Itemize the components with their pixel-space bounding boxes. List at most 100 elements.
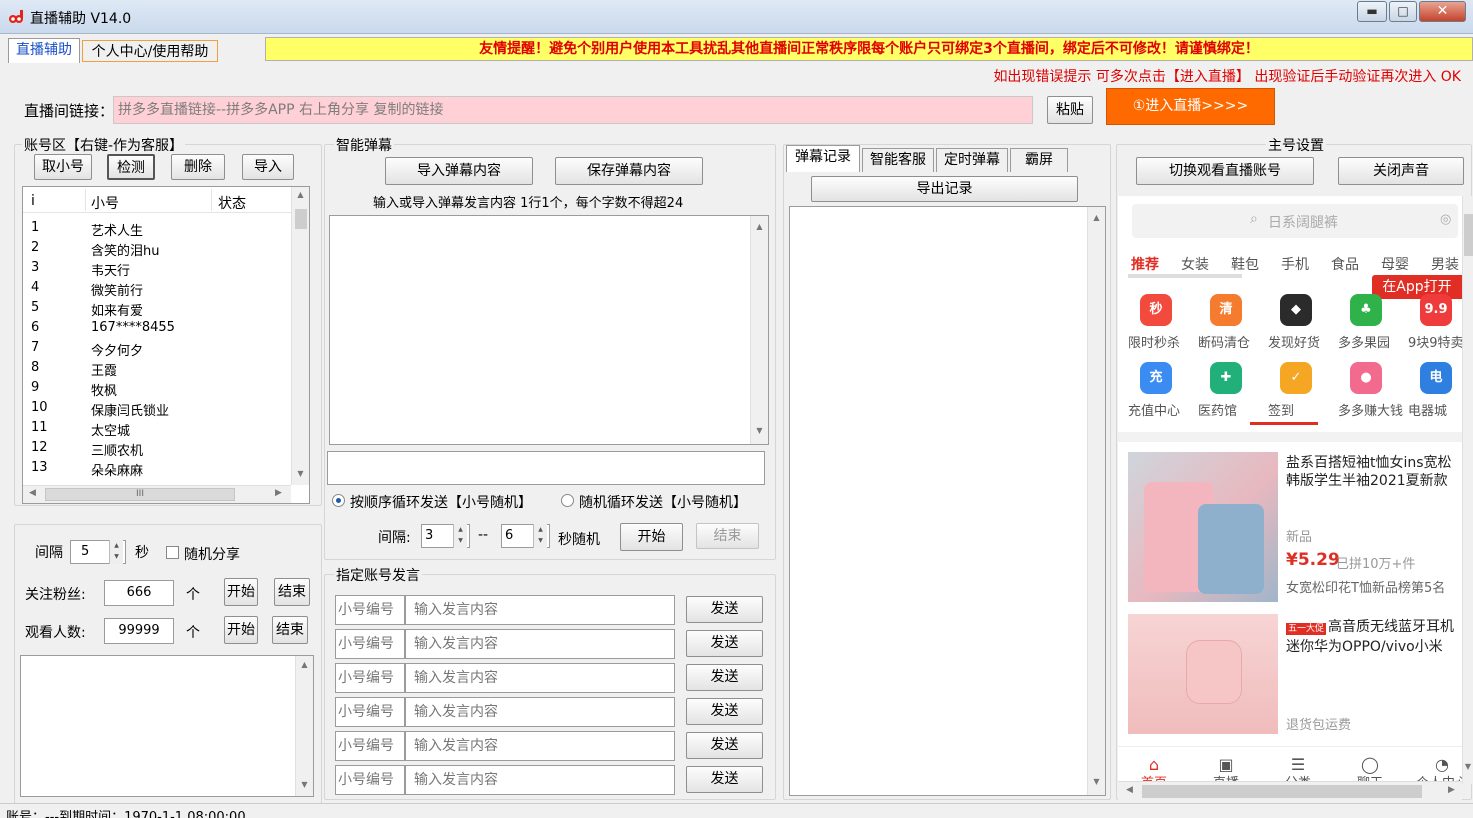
- viewers-start-button[interactable]: 开始: [224, 616, 258, 644]
- table-row[interactable]: 8 王霞: [23, 358, 291, 379]
- account-id-input[interactable]: 小号编号: [335, 595, 405, 625]
- danmu-single-input[interactable]: [327, 451, 765, 485]
- table-row[interactable]: 11 太空城: [23, 418, 291, 439]
- tab-screen-dominate[interactable]: 霸屏: [1010, 148, 1068, 172]
- shop-search-input[interactable]: ⌕ 日系阔腿裤 ◎: [1132, 204, 1458, 238]
- product-title[interactable]: 五一大促 高音质无线蓝牙耳机迷你华为OPPO/vivo小米: [1286, 618, 1462, 656]
- tab-personal-center[interactable]: 个人中心/使用帮助: [82, 40, 218, 62]
- shortcut-label[interactable]: 断码清仓: [1198, 332, 1250, 351]
- shortcut-icon[interactable]: ✚: [1210, 362, 1242, 394]
- shortcut-label[interactable]: 充值中心: [1128, 400, 1180, 419]
- interval-input[interactable]: 5 ▲ ▼: [70, 540, 126, 564]
- accounts-list[interactable]: i 小号 状态 1 艺术人生 2 含笑的泪hu 3 韦天行 4 微笑前行 5 如来有爱 6 167**…: [22, 186, 310, 504]
- danmu-content-textarea[interactable]: ▲ ▼: [329, 215, 769, 445]
- shop-vscroll[interactable]: ▼: [1462, 196, 1473, 784]
- account-id-input[interactable]: 小号编号: [335, 765, 405, 795]
- danmu-stop-button[interactable]: 结束: [696, 523, 759, 549]
- close-button[interactable]: ✕: [1419, 1, 1466, 22]
- danmu-min-input[interactable]: 3 ▲ ▼: [421, 524, 470, 548]
- speech-content-input[interactable]: 输入发言内容: [405, 629, 675, 659]
- danmu-min-spinner[interactable]: ▲ ▼: [453, 524, 467, 548]
- viewers-input[interactable]: 99999: [104, 618, 174, 644]
- danmu-max-spinner[interactable]: ▲ ▼: [533, 524, 547, 548]
- product-image[interactable]: [1128, 614, 1278, 734]
- send-button[interactable]: 发送: [686, 698, 763, 725]
- speech-content-input[interactable]: 输入发言内容: [405, 595, 675, 625]
- mute-button[interactable]: 关闭声音: [1338, 157, 1464, 185]
- category-tab[interactable]: 男装: [1431, 254, 1459, 274]
- account-id-input[interactable]: 小号编号: [335, 697, 405, 727]
- account-id-input[interactable]: 小号编号: [335, 663, 405, 693]
- live-link-input[interactable]: 拼多多直播链接--拼多多APP 右上角分享 复制的链接: [113, 96, 1033, 124]
- send-button[interactable]: 发送: [686, 664, 763, 691]
- send-button[interactable]: 发送: [686, 732, 763, 759]
- shortcut-label[interactable]: 电器城: [1408, 400, 1447, 419]
- table-row[interactable]: 4 微笑前行: [23, 278, 291, 299]
- send-button[interactable]: 发送: [686, 596, 763, 623]
- shortcut-icon[interactable]: 9.9: [1420, 294, 1452, 326]
- export-records-button[interactable]: 导出记录: [811, 176, 1078, 202]
- shortcut-label[interactable]: 多多果园: [1338, 332, 1390, 351]
- maximize-button[interactable]: □: [1389, 1, 1417, 22]
- accounts-hscroll[interactable]: ◀ III ▶: [23, 485, 291, 503]
- category-tab[interactable]: 手机: [1281, 254, 1309, 274]
- speech-content-input[interactable]: 输入发言内容: [405, 697, 675, 727]
- minimize-button[interactable]: ▬: [1357, 1, 1387, 22]
- danmu-max-input[interactable]: 6 ▲ ▼: [501, 524, 550, 548]
- table-row[interactable]: 10 保康闫氏锁业: [23, 398, 291, 419]
- category-tab[interactable]: 女装: [1181, 254, 1209, 274]
- col-index[interactable]: i: [31, 193, 35, 209]
- tab-danmu-records[interactable]: 弹幕记录: [786, 145, 860, 172]
- speech-content-input[interactable]: 输入发言内容: [405, 765, 675, 795]
- shortcut-label[interactable]: 限时秒杀: [1128, 332, 1180, 351]
- table-row[interactable]: 12 三顺农机: [23, 438, 291, 459]
- shortcut-icon[interactable]: 电: [1420, 362, 1452, 394]
- log-textarea[interactable]: ▲ ▼: [20, 655, 314, 797]
- get-accounts-button[interactable]: 取小号: [34, 154, 92, 180]
- shortcut-icon[interactable]: ◆: [1280, 294, 1312, 326]
- table-row[interactable]: 1 艺术人生: [23, 218, 291, 239]
- tab-smart-service[interactable]: 智能客服: [862, 148, 934, 172]
- shortcut-label[interactable]: 多多赚大钱: [1338, 400, 1403, 419]
- delete-accounts-button[interactable]: 删除: [171, 154, 225, 180]
- shortcut-label[interactable]: 医药馆: [1198, 400, 1237, 419]
- shortcut-icon[interactable]: 充: [1140, 362, 1172, 394]
- table-row[interactable]: 13 朵朵麻麻: [23, 458, 291, 479]
- sequential-mode-radio[interactable]: [332, 494, 345, 507]
- category-tab[interactable]: 鞋包: [1231, 254, 1259, 274]
- shortcut-icon[interactable]: ♣: [1350, 294, 1382, 326]
- speech-content-input[interactable]: 输入发言内容: [405, 663, 675, 693]
- fans-stop-button[interactable]: 结束: [274, 578, 310, 606]
- table-row[interactable]: 7 今夕何夕: [23, 338, 291, 359]
- shortcut-label[interactable]: 9块9特卖: [1408, 332, 1462, 351]
- table-row[interactable]: 3 韦天行: [23, 258, 291, 279]
- save-danmu-button[interactable]: 保存弹幕内容: [555, 157, 703, 185]
- col-account[interactable]: 小号: [91, 193, 119, 213]
- viewers-stop-button[interactable]: 结束: [272, 616, 308, 644]
- send-button[interactable]: 发送: [686, 766, 763, 793]
- shortcut-icon[interactable]: ●: [1350, 362, 1382, 394]
- account-id-input[interactable]: 小号编号: [335, 629, 405, 659]
- shortcut-icon[interactable]: 秒: [1140, 294, 1172, 326]
- records-list[interactable]: ▲ ▼: [789, 206, 1106, 796]
- random-share-checkbox[interactable]: [166, 546, 179, 559]
- shortcut-label[interactable]: 发现好货: [1268, 332, 1320, 351]
- account-id-input[interactable]: 小号编号: [335, 731, 405, 761]
- table-row[interactable]: 9 牧枫: [23, 378, 291, 399]
- import-accounts-button[interactable]: 导入: [242, 154, 294, 180]
- tab-timed-danmu[interactable]: 定时弹幕: [936, 148, 1008, 172]
- category-tab[interactable]: 推荐: [1131, 254, 1159, 274]
- switch-account-button[interactable]: 切换观看直播账号: [1136, 157, 1314, 185]
- shortcut-label[interactable]: 签到: [1268, 400, 1294, 419]
- table-row[interactable]: 6 167****8455: [23, 318, 291, 338]
- col-status[interactable]: 状态: [218, 193, 246, 213]
- enter-live-button[interactable]: ①进入直播>>>>: [1106, 88, 1275, 125]
- speech-content-input[interactable]: 输入发言内容: [405, 731, 675, 761]
- check-accounts-button[interactable]: 检测: [107, 154, 155, 180]
- send-button[interactable]: 发送: [686, 630, 763, 657]
- fans-start-button[interactable]: 开始: [224, 578, 258, 606]
- category-tab[interactable]: 食品: [1331, 254, 1359, 274]
- shortcut-icon[interactable]: 清: [1210, 294, 1242, 326]
- interval-spinner[interactable]: ▲ ▼: [109, 540, 123, 564]
- fans-input[interactable]: 666: [104, 580, 174, 606]
